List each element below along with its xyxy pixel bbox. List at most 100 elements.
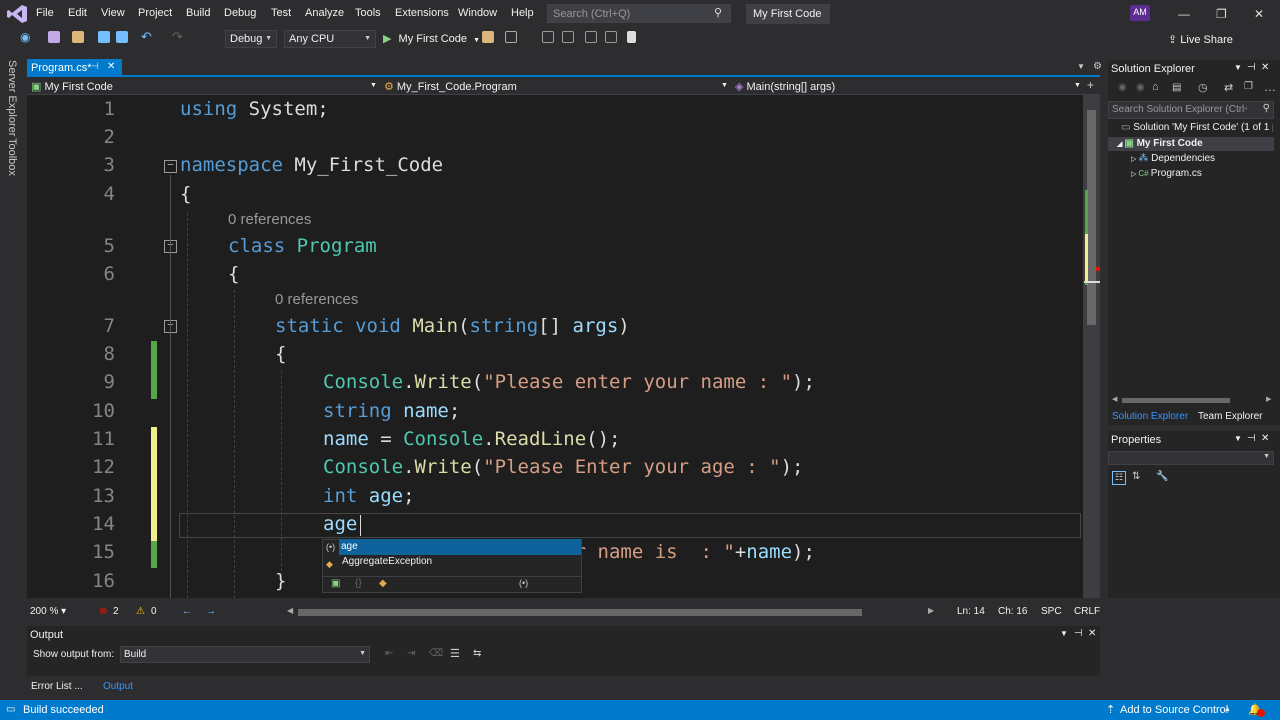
- open-icon[interactable]: [72, 31, 84, 43]
- config-dropdown[interactable]: Debug ▼: [225, 30, 277, 48]
- pending-changes-icon[interactable]: ◷: [1198, 81, 1208, 94]
- editor-scroll-thumb[interactable]: [1087, 110, 1096, 325]
- screenshot-icon[interactable]: [505, 31, 517, 43]
- output-source-dropdown[interactable]: Build ▼: [120, 646, 370, 663]
- zoom-level[interactable]: 200 % ▾: [30, 606, 66, 617]
- add-source-control[interactable]: Add to Source Control: [1120, 704, 1228, 716]
- tab-program-cs[interactable]: Program.cs* ⊣ ✕: [27, 59, 122, 77]
- properties-object-dropdown[interactable]: ▼: [1108, 451, 1274, 465]
- browse-icon[interactable]: [482, 31, 494, 43]
- save-all-icon[interactable]: [116, 31, 128, 43]
- tab-team-explorer[interactable]: Team Explorer: [1198, 411, 1262, 422]
- back-icon[interactable]: ◉: [1118, 82, 1127, 93]
- menu-analyze[interactable]: Analyze: [305, 7, 344, 19]
- nav-forward-icon[interactable]: →: [206, 606, 216, 617]
- live-share-button[interactable]: ⇪ Live Share: [1168, 33, 1233, 46]
- clear-all-icon[interactable]: ⌫: [429, 648, 443, 659]
- scroll-left-icon[interactable]: ◀: [287, 606, 293, 615]
- back-icon[interactable]: ◉: [20, 30, 32, 44]
- chevron-up-icon[interactable]: ▲: [1224, 706, 1231, 713]
- panel-menu-icon[interactable]: ▼: [1234, 63, 1242, 72]
- menu-build[interactable]: Build: [186, 7, 210, 19]
- sync-icon[interactable]: ⇄: [1224, 81, 1233, 94]
- find-message-icon[interactable]: ⇤: [385, 648, 393, 659]
- comment-icon[interactable]: [585, 31, 597, 43]
- run-button[interactable]: ▶ My First Code ▼: [383, 32, 480, 45]
- menu-extensions[interactable]: Extensions: [395, 7, 449, 19]
- tab-overflow-icon[interactable]: ▼: [1077, 62, 1085, 71]
- home-icon[interactable]: ⌂: [1152, 81, 1159, 93]
- new-project-icon[interactable]: [48, 31, 60, 43]
- filter-braces-icon[interactable]: {}: [355, 578, 362, 589]
- toolbox-tab[interactable]: Toolbox: [6, 138, 18, 176]
- code-lens-references[interactable]: 0 references: [275, 291, 358, 308]
- collapse-all-icon[interactable]: ❐: [1244, 81, 1253, 92]
- panel-menu-icon[interactable]: ▼: [1234, 434, 1242, 443]
- chevron-down-icon[interactable]: ▼: [370, 82, 377, 89]
- editor-horizontal-scroll-thumb[interactable]: [298, 609, 862, 616]
- tab-solution-explorer[interactable]: Solution Explorer: [1112, 411, 1188, 422]
- menu-tools[interactable]: Tools: [355, 7, 381, 19]
- categorized-icon[interactable]: ☷: [1112, 471, 1126, 485]
- settings-icon[interactable]: ⚙: [1093, 61, 1102, 72]
- next-message-icon[interactable]: ⇥: [407, 648, 415, 659]
- panel-menu-icon[interactable]: ▼: [1060, 629, 1068, 638]
- menu-test[interactable]: Test: [271, 7, 291, 19]
- nav-back-icon[interactable]: ←: [182, 606, 192, 617]
- pin-icon[interactable]: ⊣: [91, 61, 99, 72]
- split-icon[interactable]: +: [1087, 78, 1094, 92]
- pin-icon[interactable]: ⊣: [1074, 628, 1083, 639]
- switch-views-icon[interactable]: ▤: [1172, 82, 1181, 93]
- avatar[interactable]: AM: [1130, 5, 1150, 21]
- solution-hscroll[interactable]: ◀ ▶: [1108, 395, 1274, 405]
- maximize-icon[interactable]: ❐: [1216, 7, 1227, 21]
- menu-project[interactable]: Project: [138, 7, 172, 19]
- filter-class-icon[interactable]: ◆: [379, 578, 387, 589]
- filter-namespace-icon[interactable]: ▣: [331, 578, 340, 589]
- platform-dropdown[interactable]: Any CPU ▼: [284, 30, 376, 48]
- tree-solution[interactable]: ▭ Solution 'My First Code' (1 of 1 proje…: [1121, 122, 1273, 133]
- tree-program-cs[interactable]: ▷ C# Program.cs: [1131, 168, 1202, 179]
- more-icon[interactable]: …: [1264, 80, 1276, 94]
- solution-search-input[interactable]: Search Solution Explorer (Ctrl+;) ⚲: [1108, 101, 1274, 119]
- clear-output-icon[interactable]: ☰: [450, 647, 460, 660]
- scroll-right-icon[interactable]: ▶: [928, 606, 934, 615]
- uncomment-icon[interactable]: [605, 31, 617, 43]
- bookmark-icon[interactable]: [627, 31, 636, 43]
- forward-icon[interactable]: ◉: [1136, 82, 1145, 93]
- menu-debug[interactable]: Debug: [224, 7, 256, 19]
- tab-error-list[interactable]: Error List ...: [31, 681, 83, 692]
- tree-project[interactable]: ◢ ▣ My First Code: [1117, 138, 1203, 149]
- intellisense-item-selected[interactable]: age: [339, 539, 581, 555]
- search-input[interactable]: Search (Ctrl+Q) ⚲: [547, 4, 731, 23]
- pin-icon[interactable]: ⊣: [1247, 62, 1256, 73]
- server-explorer-tab[interactable]: Server Explorer: [6, 60, 18, 136]
- word-wrap-icon[interactable]: ⇆: [473, 648, 481, 659]
- minimize-icon[interactable]: —: [1178, 7, 1190, 21]
- warning-count[interactable]: 0: [151, 606, 157, 617]
- pin-icon[interactable]: ⊣: [1247, 433, 1256, 444]
- redo-icon[interactable]: ↷: [172, 29, 184, 44]
- close-panel-icon[interactable]: ✕: [1261, 62, 1269, 73]
- property-pages-icon[interactable]: 🔧: [1156, 471, 1168, 482]
- menu-window[interactable]: Window: [458, 7, 497, 19]
- indent-icon[interactable]: [542, 31, 554, 43]
- outdent-icon[interactable]: [562, 31, 574, 43]
- code-lens-references[interactable]: 0 references: [228, 211, 311, 228]
- menu-edit[interactable]: Edit: [68, 7, 87, 19]
- alphabetical-icon[interactable]: ⇅: [1132, 471, 1140, 482]
- close-icon[interactable]: ✕: [1254, 7, 1264, 21]
- close-panel-icon[interactable]: ✕: [1088, 628, 1096, 639]
- nav-project[interactable]: ▣ My First Code: [31, 80, 113, 93]
- error-count[interactable]: 2: [113, 606, 119, 617]
- menu-file[interactable]: File: [36, 7, 54, 19]
- scroll-thumb[interactable]: [1122, 398, 1230, 403]
- undo-icon[interactable]: ↶: [141, 29, 153, 44]
- scroll-right-icon[interactable]: ▶: [1266, 395, 1271, 403]
- code-editor[interactable]: 1 2 3 4 5 6 7 8 9 10 11 12 13 14 15 16 1…: [27, 95, 1100, 598]
- chevron-down-icon[interactable]: ▼: [1074, 82, 1081, 89]
- tree-dependencies[interactable]: ▷ ⁂ Dependencies: [1131, 153, 1215, 164]
- menu-view[interactable]: View: [101, 7, 125, 19]
- intellisense-item[interactable]: AggregateException: [342, 556, 432, 567]
- filter-variable-icon[interactable]: (•): [519, 578, 528, 588]
